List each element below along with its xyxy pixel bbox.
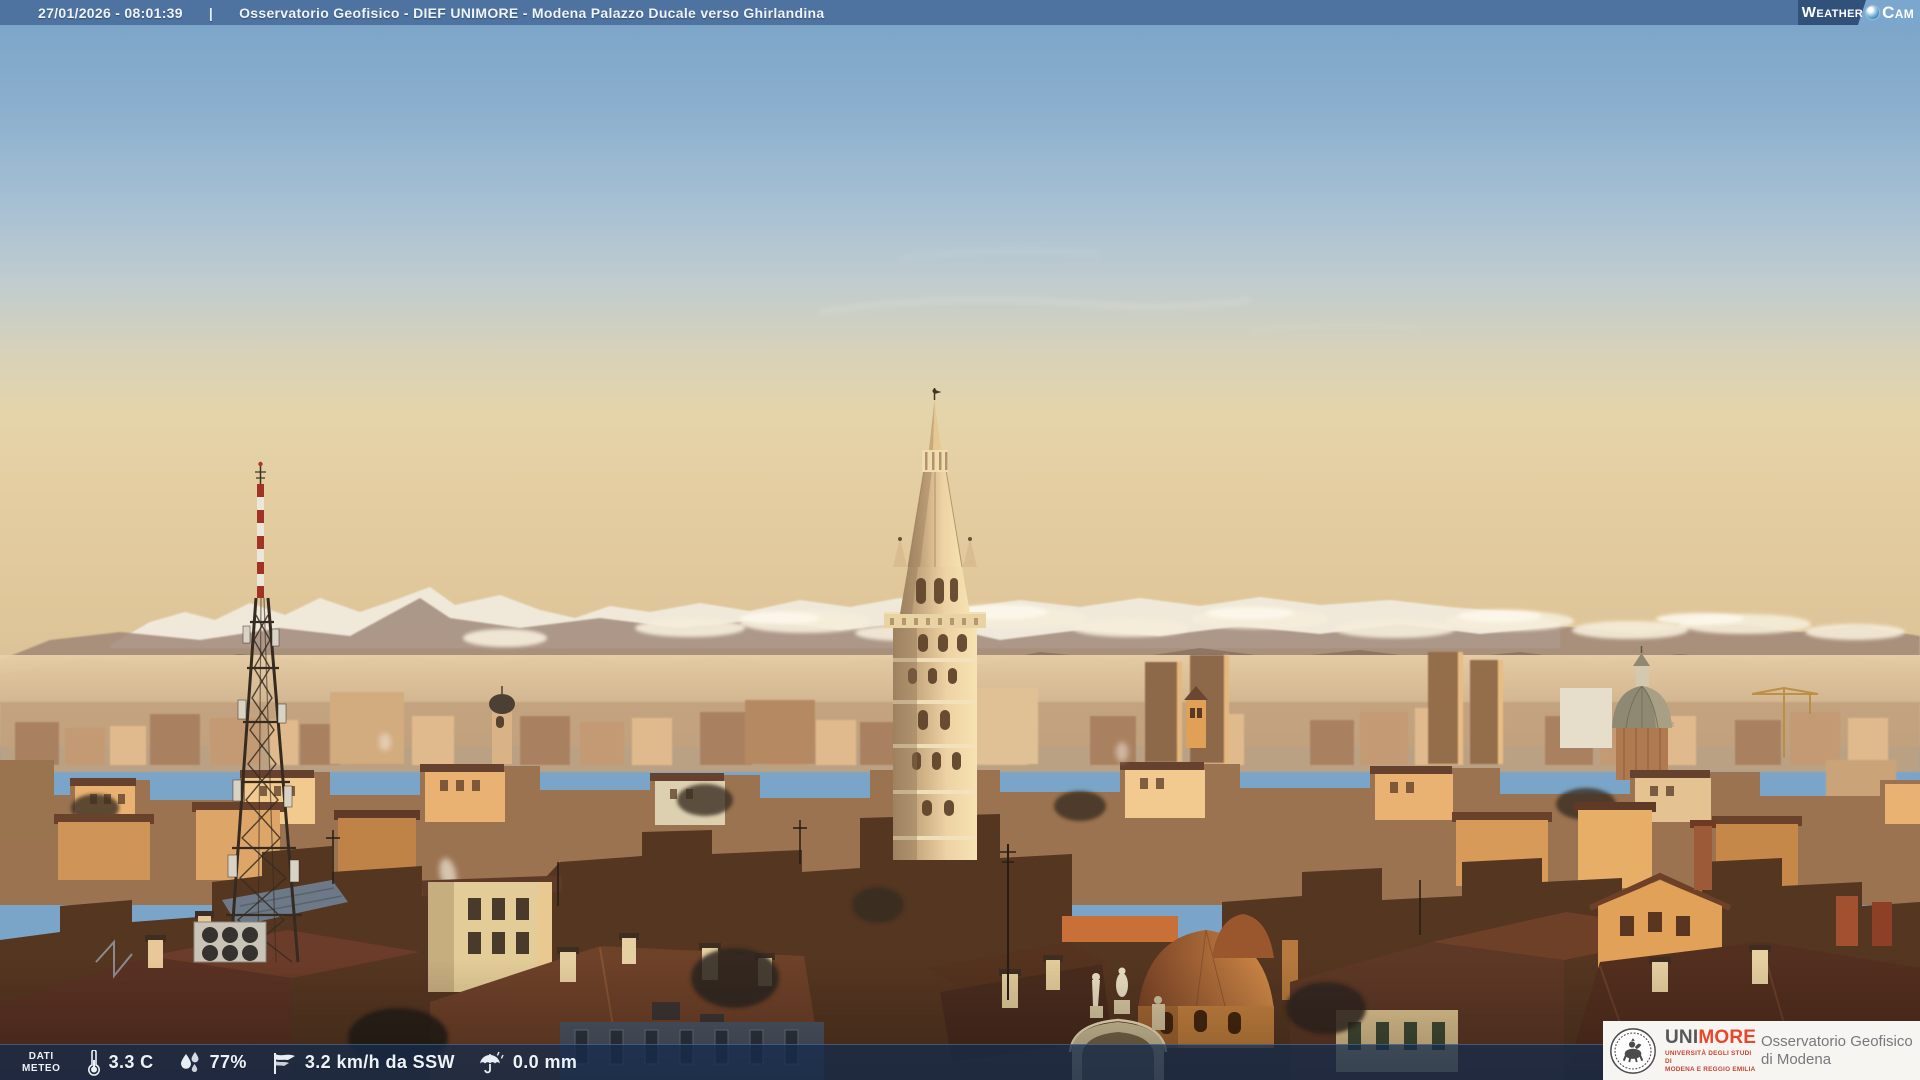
small-campanile bbox=[489, 686, 515, 764]
unimore-seal-icon bbox=[1610, 1027, 1656, 1074]
weathercam-logo: Weather Cam bbox=[1798, 0, 1920, 25]
temperature-value: 3.3 C bbox=[108, 1052, 154, 1072]
striped-mast bbox=[257, 484, 264, 598]
header-separator: | bbox=[208, 4, 214, 21]
wind-value: 3.2 km/h da SSW bbox=[304, 1052, 455, 1072]
humidity-group: 77% bbox=[178, 1051, 247, 1075]
modena-scene bbox=[0, 0, 1920, 1080]
wind-icon bbox=[273, 1052, 295, 1074]
webcam-page: 27/01/2026 - 08:01:39 | Osservatorio Geo… bbox=[0, 0, 1920, 1080]
humidity-icon bbox=[180, 1051, 199, 1072]
university-name: UNIVERSITÀ DEGLI STUDI DI MODENA E REGGI… bbox=[1665, 1049, 1756, 1073]
header-bar: 27/01/2026 - 08:01:39 | Osservatorio Geo… bbox=[0, 0, 1920, 25]
wordmark-more: MORE bbox=[1698, 1026, 1757, 1048]
timestamp: 27/01/2026 - 08:01:39 bbox=[38, 4, 183, 21]
beacon-light bbox=[258, 461, 263, 467]
observatory-name: Osservatorio Geofisico di Modena bbox=[1761, 1032, 1913, 1068]
precipitation-value: 0.0 mm bbox=[512, 1052, 578, 1072]
wordmark-uni: UNI bbox=[1665, 1026, 1699, 1048]
page-title: Osservatorio Geofisico - DIEF UNIMORE - … bbox=[239, 4, 825, 21]
rain-icon bbox=[479, 1051, 504, 1073]
unimore-wordmark: UNIMORE UNIVERSITÀ DEGLI STUDI DI MODENA… bbox=[1665, 1028, 1757, 1074]
humidity-value: 77% bbox=[209, 1052, 247, 1072]
weathercam-word1: Weather bbox=[1801, 4, 1864, 21]
unimore-branding-box: UNIMORE UNIVERSITÀ DEGLI STUDI DI MODENA… bbox=[1603, 1021, 1920, 1080]
precipitation-group: 0.0 mm bbox=[479, 1051, 577, 1075]
webcam-photo bbox=[0, 0, 1920, 1080]
weathercam-word2: Cam bbox=[1882, 2, 1914, 22]
thermometer-icon bbox=[87, 1049, 100, 1076]
dati-meteo-label: DATI METEO bbox=[22, 1050, 61, 1074]
temperature-group: 3.3 C bbox=[87, 1049, 154, 1076]
brick-chimney bbox=[1694, 826, 1712, 890]
wind-group: 3.2 km/h da SSW bbox=[271, 1051, 455, 1075]
